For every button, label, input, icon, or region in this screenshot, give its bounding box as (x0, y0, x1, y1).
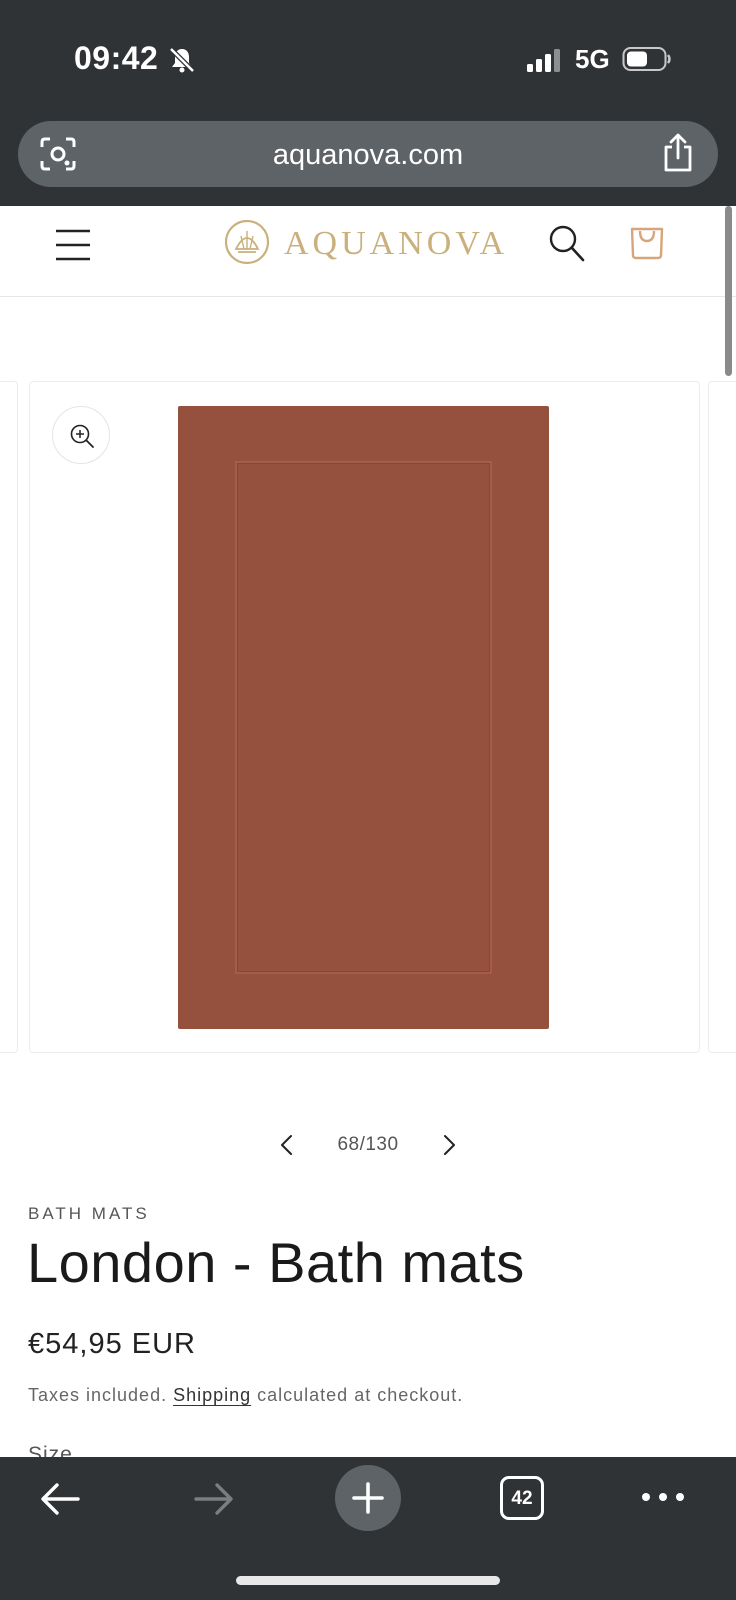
gallery-counter: 68/130 (337, 1134, 399, 1155)
shell-logo-icon (224, 219, 270, 265)
product-price: €54,95 EUR (28, 1328, 196, 1360)
brand-logo[interactable]: AQUANOVA (224, 219, 514, 269)
back-arrow-icon[interactable] (38, 1479, 82, 1519)
bell-slash-icon (169, 47, 195, 73)
product-image-slide[interactable] (29, 381, 700, 1053)
forward-arrow-icon[interactable] (192, 1479, 236, 1519)
product-title: London - Bath mats (27, 1231, 525, 1294)
chevron-right-icon[interactable] (434, 1130, 464, 1160)
more-icon[interactable] (640, 1487, 686, 1507)
browser-top-bar: 09:42 5G aquanova.com (0, 0, 736, 206)
product-category: BATH MATS (28, 1204, 150, 1223)
tax-note: Taxes included. Shipping calculated at c… (28, 1385, 463, 1406)
share-icon[interactable] (660, 133, 696, 173)
chevron-left-icon[interactable] (272, 1130, 302, 1160)
tax-note-prefix: Taxes included. (28, 1385, 174, 1405)
hamburger-menu-icon[interactable] (55, 226, 91, 264)
page-scrollbar[interactable] (725, 206, 732, 376)
url-text[interactable]: aquanova.com (18, 139, 718, 172)
bath-mat-image (178, 406, 549, 1029)
status-time: 09:42 (74, 40, 159, 76)
new-tab-button[interactable] (335, 1465, 401, 1531)
zoom-in-icon (70, 424, 94, 448)
next-slide-peek[interactable] (708, 381, 736, 1053)
home-indicator[interactable] (236, 1576, 500, 1585)
tax-note-suffix: calculated at checkout. (251, 1385, 464, 1405)
previous-slide-peek[interactable] (0, 381, 18, 1053)
address-bar[interactable]: aquanova.com (18, 121, 718, 187)
tabs-count: 42 (511, 1488, 533, 1509)
bath-mat-border-pattern (235, 461, 492, 974)
search-icon[interactable] (548, 223, 586, 263)
zoom-button[interactable] (52, 406, 110, 464)
shopping-bag-icon[interactable] (628, 221, 666, 261)
plus-icon (352, 1482, 384, 1514)
network-label: 5G (575, 44, 610, 74)
tabs-icon[interactable]: 42 (500, 1476, 544, 1520)
brand-name: AQUANOVA (284, 225, 509, 262)
shipping-link[interactable]: Shipping (173, 1385, 251, 1405)
battery-icon (622, 47, 671, 71)
signal-icon (527, 49, 560, 72)
site-header: AQUANOVA (0, 206, 736, 297)
